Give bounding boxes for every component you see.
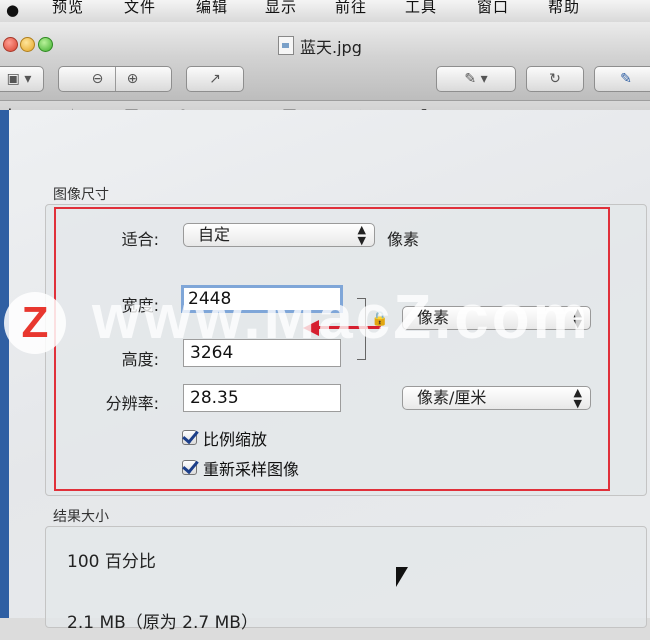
rotate-button[interactable]: ↻ <box>526 66 584 92</box>
zoom-out-icon[interactable]: ⊖ <box>81 71 115 87</box>
resolution-label: 分辨率: <box>105 394 159 413</box>
fit-unit-label: 像素 <box>387 230 420 249</box>
resolution-unit-popup[interactable]: 像素/厘米 ▲ ▼ <box>402 386 591 410</box>
toolbar: ▣ ▾ ⊖ ⊕ ↗ ✎ ▾ ↻ ✎ <box>0 56 650 101</box>
menu-file[interactable]: 文件 <box>124 0 156 17</box>
zoom-control: ⊖ ⊕ <box>58 66 172 92</box>
resolution-unit-value: 像素/厘米 <box>417 388 487 407</box>
resample-checkbox[interactable] <box>182 460 197 475</box>
result-size-title: 结果大小 <box>53 509 109 525</box>
watermark-logo: Z <box>4 292 66 354</box>
watermark-text: www.MacZ.com <box>92 283 591 352</box>
minimize-button[interactable] <box>20 37 35 52</box>
edit-toolbar-button[interactable]: ✎ <box>594 66 650 92</box>
sidebar-icon: ▣ ▾ <box>6 71 32 87</box>
document-icon <box>278 36 294 55</box>
menu-tools[interactable]: 工具 <box>405 0 437 17</box>
result-percent: 100 百分比 <box>67 552 156 572</box>
resolution-field[interactable]: 28.35 <box>183 384 341 412</box>
mouse-cursor-icon <box>396 567 408 587</box>
zoom-button[interactable] <box>38 37 53 52</box>
result-file-size: 2.1 MB（原为 2.7 MB） <box>67 613 258 633</box>
menu-go[interactable]: 前往 <box>335 0 367 17</box>
fit-value: 自定 <box>198 225 231 244</box>
title-bar[interactable]: 蓝天.jpg <box>0 22 650 57</box>
adjust-size-sheet: 图像尺寸 适合: 自定 ▲ ▼ 像素 宽度: 2448 🔒 像素 ▲ ▼ 高度: 3… <box>9 110 650 633</box>
apple-menu-icon[interactable]: ● <box>6 1 19 19</box>
menu-view[interactable]: 显示 <box>265 0 297 17</box>
rotate-icon: ↻ <box>549 71 561 87</box>
menu-help[interactable]: 帮助 <box>548 0 580 17</box>
fit-popup[interactable]: 自定 ▲ ▼ <box>183 223 375 247</box>
scale-checkbox[interactable] <box>182 430 197 445</box>
popup-arrows-icon: ▲ ▼ <box>357 223 366 247</box>
annotate-button[interactable]: ✎ ▾ <box>436 66 516 92</box>
resample-label: 重新采样图像 <box>203 460 300 479</box>
fit-label: 适合: <box>121 230 159 249</box>
share-button[interactable]: ↗ <box>186 66 244 92</box>
menu-preview[interactable]: 预览 <box>52 0 84 17</box>
scale-label: 比例缩放 <box>203 430 268 449</box>
image-size-title: 图像尺寸 <box>53 187 109 203</box>
menu-window[interactable]: 窗口 <box>477 0 509 17</box>
watermark-logo-letter: Z <box>21 298 49 347</box>
zoom-in-icon[interactable]: ⊕ <box>116 71 150 87</box>
menu-bar: ● 预览 文件 编辑 显示 前往 工具 窗口 帮助 <box>0 0 650 23</box>
view-menu-button[interactable]: ▣ ▾ <box>0 66 44 92</box>
window-title: 蓝天.jpg <box>300 38 362 57</box>
popup-arrows-icon: ▲ ▼ <box>573 386 582 410</box>
pen-icon: ✎ ▾ <box>464 71 488 87</box>
sidebar-edge <box>0 110 9 618</box>
menu-edit[interactable]: 编辑 <box>196 0 228 17</box>
edit-icon: ✎ <box>620 71 632 87</box>
close-button[interactable] <box>3 37 18 52</box>
share-icon: ↗ <box>209 71 221 87</box>
